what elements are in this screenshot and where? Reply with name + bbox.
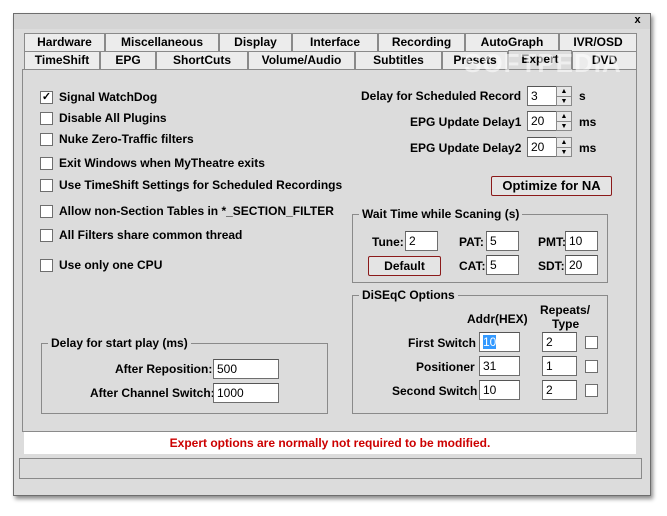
checkbox-label: Nuke Zero-Traffic filters bbox=[59, 132, 194, 146]
checkbox-box[interactable] bbox=[40, 178, 53, 192]
second-switch-type-checkbox[interactable] bbox=[585, 384, 598, 397]
diseqc-title: DiSEqC Options bbox=[359, 288, 458, 302]
checkbox-box[interactable] bbox=[40, 258, 53, 272]
scheduled-record-spinner[interactable]: ▲ ▼ bbox=[556, 86, 572, 106]
scheduled-record-unit: s bbox=[579, 89, 586, 103]
pat-input[interactable]: 5 bbox=[486, 231, 519, 251]
tune-input[interactable]: 2 bbox=[405, 231, 438, 251]
type-header: Type bbox=[552, 317, 580, 331]
tab-epg[interactable]: EPG bbox=[100, 51, 156, 69]
checkbox-signal-watchdog[interactable]: ✓ Signal WatchDog bbox=[40, 90, 157, 104]
spin-down-icon[interactable]: ▼ bbox=[557, 147, 571, 156]
checkbox-one-cpu[interactable]: Use only one CPU bbox=[40, 258, 162, 272]
checkbox-non-section-tables[interactable]: Allow non-Section Tables in *_SECTION_FI… bbox=[40, 204, 334, 218]
epg-delay1-spinner[interactable]: ▲ ▼ bbox=[556, 111, 572, 131]
epg-delay2-label: EPG Update Delay2 bbox=[410, 141, 522, 155]
epg-delay2-spinner[interactable]: ▲ ▼ bbox=[556, 137, 572, 157]
after-reposition-input[interactable]: 500 bbox=[213, 359, 279, 379]
start-play-group: Delay for start play (ms) bbox=[41, 336, 328, 414]
spin-up-icon[interactable]: ▲ bbox=[557, 138, 571, 147]
positioner-repeats-input[interactable]: 1 bbox=[542, 356, 577, 376]
checkbox-box[interactable] bbox=[40, 228, 53, 242]
checkbox-label: Use TimeShift Settings for Scheduled Rec… bbox=[59, 178, 343, 192]
spin-down-icon[interactable]: ▼ bbox=[557, 96, 571, 105]
after-channel-switch-input[interactable]: 1000 bbox=[213, 383, 279, 403]
epg-delay1-label: EPG Update Delay1 bbox=[410, 115, 522, 129]
tab-hardware[interactable]: Hardware bbox=[24, 33, 105, 51]
first-switch-label: First Switch bbox=[408, 336, 477, 350]
checkbox-exit-windows[interactable]: Exit Windows when MyTheatre exits bbox=[40, 156, 265, 170]
tab-miscellaneous[interactable]: Miscellaneous bbox=[105, 33, 219, 51]
tune-label: Tune: bbox=[372, 235, 404, 249]
tab-volume-audio[interactable]: Volume/Audio bbox=[248, 51, 355, 69]
checkbox-label: Use only one CPU bbox=[59, 258, 163, 272]
optimize-na-button[interactable]: Optimize for NA bbox=[491, 176, 612, 196]
checkbox-label: Exit Windows when MyTheatre exits bbox=[59, 156, 265, 170]
checkbox-disable-plugins[interactable]: Disable All Plugins bbox=[40, 111, 167, 125]
after-reposition-label: After Reposition: bbox=[115, 362, 213, 376]
checkbox-box[interactable] bbox=[40, 156, 53, 170]
sdt-input[interactable]: 20 bbox=[565, 255, 598, 275]
cat-input[interactable]: 5 bbox=[486, 255, 519, 275]
checkbox-nuke-zero-traffic[interactable]: Nuke Zero-Traffic filters bbox=[40, 132, 194, 146]
status-message: Expert options are normally not required… bbox=[24, 432, 636, 454]
first-switch-repeats-input[interactable]: 2 bbox=[542, 332, 577, 352]
tab-interface[interactable]: Interface bbox=[292, 33, 378, 51]
second-switch-addr-input[interactable]: 10 bbox=[479, 380, 520, 400]
second-switch-label: Second Switch bbox=[392, 384, 478, 398]
spin-up-icon[interactable]: ▲ bbox=[557, 112, 571, 121]
pmt-input[interactable]: 10 bbox=[565, 231, 598, 251]
tab-shortcuts[interactable]: ShortCuts bbox=[156, 51, 248, 69]
start-play-title: Delay for start play (ms) bbox=[48, 336, 191, 350]
addr-header: Addr(HEX) bbox=[467, 312, 528, 326]
checkbox-timeshift-scheduled[interactable]: Use TimeShift Settings for Scheduled Rec… bbox=[40, 178, 342, 192]
bottom-bar bbox=[19, 458, 642, 479]
checkbox-box[interactable] bbox=[40, 132, 53, 146]
checkbox-box[interactable] bbox=[40, 111, 53, 125]
scheduled-record-label: Delay for Scheduled Record bbox=[361, 89, 522, 103]
checkbox-label: Disable All Plugins bbox=[59, 111, 167, 125]
checkbox-box[interactable] bbox=[40, 204, 53, 218]
positioner-addr-input[interactable]: 31 bbox=[479, 356, 520, 376]
spin-down-icon[interactable]: ▼ bbox=[557, 121, 571, 130]
sdt-label: SDT: bbox=[538, 259, 565, 273]
watermark: SOFTPEDIA bbox=[464, 48, 622, 78]
after-channel-switch-label: After Channel Switch: bbox=[90, 386, 215, 400]
first-switch-type-checkbox[interactable] bbox=[585, 336, 598, 349]
epg-delay1-unit: ms bbox=[579, 115, 597, 129]
tab-recording[interactable]: Recording bbox=[378, 33, 465, 51]
checkbox-common-thread[interactable]: All Filters share common thread bbox=[40, 228, 242, 242]
cat-label: CAT: bbox=[459, 259, 486, 273]
positioner-type-checkbox[interactable] bbox=[585, 360, 598, 373]
tab-subtitles[interactable]: Subtitles bbox=[355, 51, 442, 69]
title-bar: x bbox=[14, 14, 650, 29]
default-button[interactable]: Default bbox=[368, 256, 441, 276]
tab-timeshift[interactable]: TimeShift bbox=[24, 51, 100, 69]
first-switch-addr-input[interactable]: 10 bbox=[479, 332, 520, 352]
checkbox-label: Signal WatchDog bbox=[59, 90, 158, 104]
wait-time-title: Wait Time while Scaning (s) bbox=[359, 207, 523, 221]
checkbox-label: Allow non-Section Tables in *_SECTION_FI… bbox=[59, 204, 334, 218]
pmt-label: PMT: bbox=[538, 235, 566, 249]
checkbox-label: All Filters share common thread bbox=[59, 228, 243, 242]
pat-label: PAT: bbox=[459, 235, 484, 249]
checkbox-box[interactable]: ✓ bbox=[40, 90, 53, 104]
first-switch-addr-value: 10 bbox=[483, 335, 497, 349]
spin-up-icon[interactable]: ▲ bbox=[557, 87, 571, 96]
epg-delay2-unit: ms bbox=[579, 141, 597, 155]
second-switch-repeats-input[interactable]: 2 bbox=[542, 380, 577, 400]
close-icon[interactable]: x bbox=[631, 14, 644, 27]
positioner-label: Positioner bbox=[416, 360, 475, 374]
tab-display[interactable]: Display bbox=[219, 33, 292, 51]
repeats-header: Repeats/ bbox=[540, 303, 591, 317]
